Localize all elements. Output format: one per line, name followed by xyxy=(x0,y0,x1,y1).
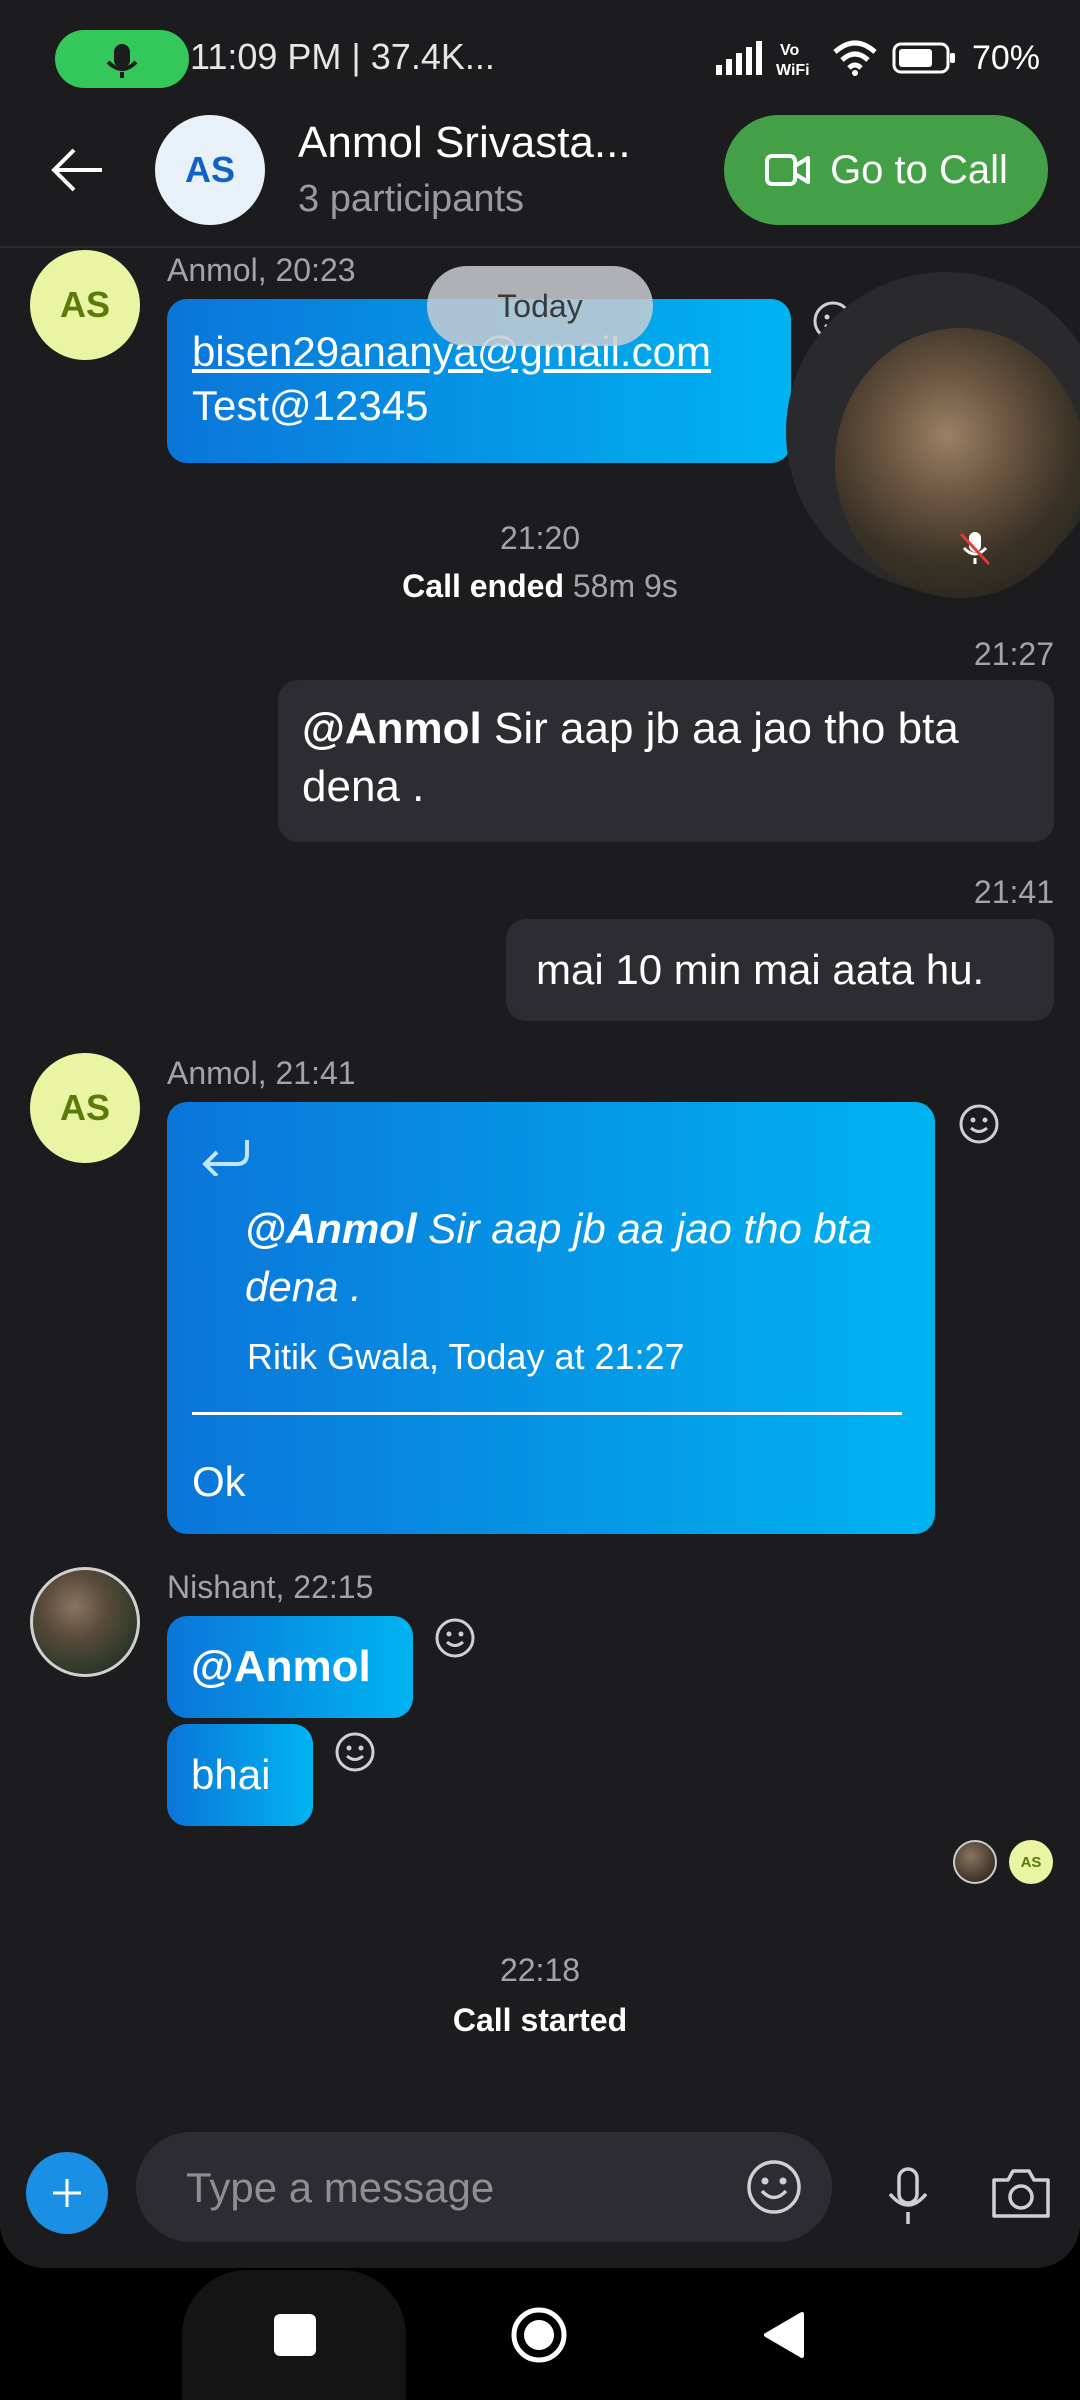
quote-divider xyxy=(192,1412,902,1415)
message-author-time: Anmol, 21:41 xyxy=(167,1055,356,1091)
wifi-icon xyxy=(833,40,877,76)
smiley-reaction-icon[interactable] xyxy=(434,1617,476,1659)
message-bubble[interactable]: bhai xyxy=(167,1724,313,1826)
quoted-meta: Ritik Gwala, Today at 21:27 xyxy=(247,1336,685,1377)
status-time-data: 11:09 PM | 37.4K... xyxy=(190,36,495,77)
call-started-label: Call started xyxy=(452,2002,628,2038)
smiley-reaction-icon[interactable] xyxy=(958,1103,1000,1145)
quoted-message: @Anmol Sir aap jb aa jao tho bta dena . xyxy=(245,1200,915,1316)
microphone-button-icon[interactable] xyxy=(884,2166,932,2228)
microphone-icon xyxy=(106,44,138,78)
call-ended-label: Call ended xyxy=(402,568,564,604)
vowifi-icon: Vo WiFi xyxy=(776,42,810,78)
seen-avatar-photo xyxy=(953,1840,997,1884)
participants-count: 3 participants xyxy=(298,178,525,220)
contact-name[interactable]: Anmol Srivasta... xyxy=(298,118,631,168)
avatar[interactable]: AS xyxy=(30,250,140,360)
reply-icon xyxy=(202,1140,249,1176)
header-divider xyxy=(0,246,1080,248)
emoji-button-icon[interactable] xyxy=(745,2158,803,2216)
message-text: Ok xyxy=(192,1458,246,1505)
arrow-left-icon xyxy=(51,148,102,192)
message-author-time: Anmol, 20:23 xyxy=(167,252,356,288)
go-to-call-button[interactable]: Go to Call xyxy=(724,115,1048,225)
mic-muted-icon xyxy=(959,532,991,566)
svg-text:Vo: Vo xyxy=(780,42,799,59)
recents-square-icon[interactable] xyxy=(274,2314,316,2356)
message-text: mai 10 min mai aata hu. xyxy=(536,946,985,993)
avatar-photo[interactable] xyxy=(30,1567,140,1677)
quoted-mention: @Anmol xyxy=(245,1205,417,1252)
plus-icon xyxy=(53,2179,81,2207)
add-attachment-button[interactable] xyxy=(26,2152,108,2234)
battery-percent: 70% xyxy=(971,38,1040,77)
back-triangle-icon[interactable] xyxy=(760,2310,806,2360)
call-started-time: 22:18 xyxy=(499,1952,581,1988)
home-circle-icon[interactable] xyxy=(510,2306,568,2364)
avatar[interactable]: AS xyxy=(30,1053,140,1163)
signal-icon xyxy=(715,41,762,75)
camera-button-icon[interactable] xyxy=(990,2166,1052,2220)
message-time: 21:41 xyxy=(973,874,1054,910)
message-input[interactable] xyxy=(186,2160,706,2216)
message-bubble[interactable]: mai 10 min mai aata hu. xyxy=(506,919,1054,1021)
back-button[interactable] xyxy=(38,130,118,210)
message-bubble[interactable]: @Anmol xyxy=(167,1616,413,1718)
chat-screen: 11:09 PM | 37.4K... Vo WiFi 70% AS Anmol… xyxy=(0,0,1080,2268)
battery-icon xyxy=(892,42,955,74)
status-icons: Vo WiFi 70% xyxy=(714,36,1040,80)
mic-active-indicator[interactable] xyxy=(55,30,189,88)
contact-avatar[interactable]: AS xyxy=(155,115,265,225)
seen-avatar: AS xyxy=(1009,1840,1053,1884)
date-divider: Today xyxy=(427,266,653,346)
svg-text:WiFi: WiFi xyxy=(776,62,810,78)
message-author-time: Nishant, 22:15 xyxy=(167,1569,374,1605)
call-duration: 58m 9s xyxy=(572,568,678,604)
message-bubble[interactable]: @Anmol Sir aap jb aa jao tho bta dena . xyxy=(278,680,1054,842)
reply-message-bubble[interactable]: @Anmol Sir aap jb aa jao tho bta dena . … xyxy=(167,1102,935,1534)
video-preview[interactable] xyxy=(835,328,1080,598)
mention[interactable]: @Anmol xyxy=(302,704,482,753)
message-text: bhai xyxy=(191,1751,271,1798)
message-time: 21:27 xyxy=(973,636,1054,672)
smiley-reaction-icon[interactable] xyxy=(334,1731,376,1773)
message-text: Test@12345 xyxy=(192,382,429,429)
go-to-call-label: Go to Call xyxy=(830,147,1008,192)
video-call-icon xyxy=(765,154,811,186)
mention[interactable]: @Anmol xyxy=(191,1642,371,1692)
